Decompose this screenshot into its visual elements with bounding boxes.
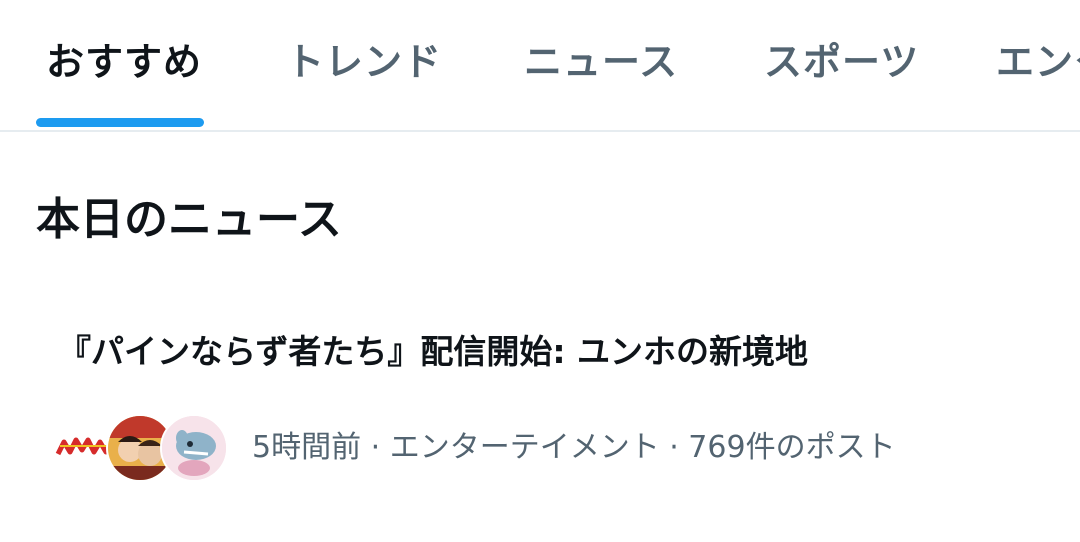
tab-sports[interactable]: スポーツ — [764, 38, 919, 86]
tab-entertainment[interactable]: エンタ — [996, 38, 1080, 86]
news-headline[interactable]: 『パインならず者たち』配信開始: ユンホの新境地 — [58, 330, 808, 374]
active-tab-indicator — [36, 118, 204, 127]
section-title: 本日のニュース — [36, 194, 342, 245]
news-meta: 5時間前 · エンターテイメント · 769件のポスト — [252, 430, 896, 465]
tab-news[interactable]: ニュース — [524, 38, 678, 86]
avatar-character — [160, 414, 228, 482]
tab-trending[interactable]: トレンド — [286, 38, 442, 86]
tab-for-you[interactable]: おすすめ — [46, 38, 202, 86]
explore-tab-bar: おすすめ トレンド ニュース スポーツ エンタ — [0, 0, 1080, 132]
news-avatar-stack — [52, 414, 228, 482]
